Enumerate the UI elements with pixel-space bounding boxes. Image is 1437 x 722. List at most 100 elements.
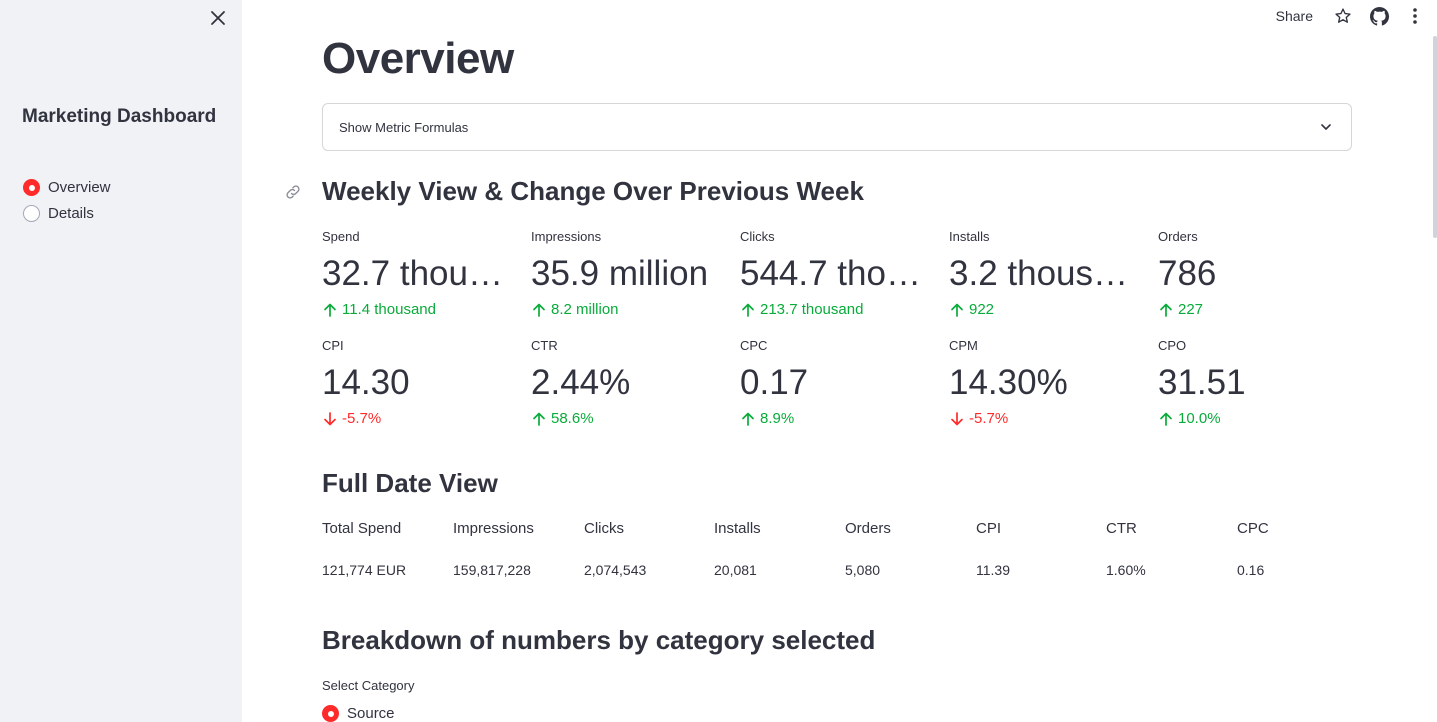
- category-option-label: Source: [347, 705, 395, 722]
- kebab-menu-icon[interactable]: [1405, 6, 1425, 26]
- date-view-installs: Installs 20,081: [714, 520, 844, 578]
- chevron-down-icon: [1321, 124, 1331, 130]
- metric-delta: -5.7%: [322, 410, 522, 427]
- arrow-down-icon: [951, 411, 963, 425]
- full-date-heading: Full Date View: [322, 468, 498, 498]
- radio-selected-icon[interactable]: [322, 705, 339, 722]
- metric-label: CPC: [740, 338, 768, 353]
- radio-unselected-icon[interactable]: [23, 205, 40, 222]
- metric-delta: 11.4 thousand: [322, 301, 522, 318]
- radio-selected-icon[interactable]: [23, 179, 40, 196]
- arrow-up-icon: [324, 303, 336, 317]
- date-view-header: Clicks: [584, 520, 624, 537]
- metric-label: CPO: [1158, 338, 1187, 353]
- date-view-value: 159,817,228: [453, 562, 531, 578]
- metric-delta: 10.0%: [1158, 410, 1358, 427]
- date-view-value: 11.39: [976, 562, 1010, 578]
- sidebar-title: Marketing Dashboard: [22, 106, 217, 127]
- metric-delta: 922: [949, 301, 1149, 318]
- metric-ctr: CTR 2.44% 58.6%: [531, 338, 731, 427]
- arrow-up-icon: [1160, 303, 1172, 317]
- date-view-header: Total Spend: [322, 520, 402, 537]
- metric-delta: 213.7 thousand: [740, 301, 940, 318]
- metric-label: CPM: [949, 338, 978, 353]
- sidebar-item-overview[interactable]: Overview: [23, 179, 111, 196]
- metric-label: Installs: [949, 229, 990, 244]
- metric-cpo: CPO 31.51 10.0%: [1158, 338, 1358, 427]
- metric-clicks: Clicks 544.7 thousand 213.7 thousand: [740, 229, 940, 318]
- expander-label: Show Metric Formulas: [339, 119, 469, 135]
- date-view-header: CTR: [1106, 520, 1137, 537]
- date-view-value: 1.60%: [1106, 562, 1146, 578]
- arrow-up-icon: [951, 303, 963, 317]
- date-view-header: Impressions: [453, 520, 534, 537]
- share-button[interactable]: Share: [1276, 8, 1313, 24]
- metric-label: Clicks: [740, 229, 775, 244]
- metric-label: Impressions: [531, 229, 602, 244]
- metric-value: 32.7 thousand: [322, 254, 517, 293]
- arrow-up-icon: [1160, 412, 1172, 426]
- metric-value: 35.9 million: [531, 254, 709, 293]
- metric-label: CTR: [531, 338, 558, 353]
- date-view-cpi: CPI 11.39: [976, 520, 1106, 578]
- metric-orders: Orders 786 227: [1158, 229, 1358, 318]
- metric-label: Orders: [1158, 229, 1198, 244]
- metric-cpm: CPM 14.30% -5.7%: [949, 338, 1149, 427]
- metric-value: 14.30: [322, 363, 410, 402]
- date-view-value: 0.16: [1237, 562, 1265, 578]
- header-toolbar: Share: [1276, 6, 1425, 26]
- date-view-value: 121,774 EUR: [322, 562, 407, 578]
- arrow-down-icon: [324, 411, 336, 425]
- github-icon[interactable]: [1369, 6, 1389, 26]
- star-icon[interactable]: [1333, 6, 1353, 26]
- metric-cpc: CPC 0.17 8.9%: [740, 338, 940, 427]
- breakdown-heading: Breakdown of numbers by category selecte…: [322, 625, 876, 655]
- date-view-cpc: CPC 0.16: [1237, 520, 1347, 578]
- page-title: Overview: [322, 34, 514, 83]
- arrow-up-icon: [742, 412, 754, 426]
- select-category-label: Select Category: [322, 678, 415, 693]
- link-icon[interactable]: [284, 183, 302, 201]
- category-option-source[interactable]: Source: [322, 705, 395, 722]
- sidebar-item-details[interactable]: Details: [23, 205, 94, 222]
- date-view-ctr: CTR 1.60%: [1106, 520, 1236, 578]
- weekly-heading: Weekly View & Change Over Previous Week: [322, 176, 864, 206]
- metric-value: 0.17: [740, 363, 809, 402]
- metric-cpi: CPI 14.30 -5.7%: [322, 338, 522, 427]
- date-view-header: CPC: [1237, 520, 1269, 537]
- close-icon[interactable]: [209, 9, 227, 27]
- metric-impressions: Impressions 35.9 million 8.2 million: [531, 229, 731, 318]
- metric-label: CPI: [322, 338, 344, 353]
- date-view-impressions: Impressions 159,817,228: [453, 520, 583, 578]
- metric-value: 786: [1158, 254, 1217, 293]
- metric-label: Spend: [322, 229, 360, 244]
- sidebar-item-label: Overview: [48, 179, 111, 196]
- vertical-scrollbar[interactable]: [1433, 36, 1437, 238]
- date-view-header: Installs: [714, 520, 761, 537]
- metric-formulas-expander[interactable]: Show Metric Formulas: [322, 103, 1352, 151]
- metric-delta: 227: [1158, 301, 1358, 318]
- date-view-total-spend: Total Spend 121,774 EUR: [322, 520, 452, 578]
- date-view-value: 20,081: [714, 562, 757, 578]
- date-view-header: Orders: [845, 520, 891, 537]
- arrow-up-icon: [742, 303, 754, 317]
- arrow-up-icon: [533, 412, 545, 426]
- metric-delta: -5.7%: [949, 410, 1149, 427]
- date-view-orders: Orders 5,080: [845, 520, 975, 578]
- metric-delta: 8.2 million: [531, 301, 731, 318]
- date-view-value: 5,080: [845, 562, 881, 578]
- metric-value: 14.30%: [949, 363, 1068, 402]
- date-view-clicks: Clicks 2,074,543: [584, 520, 714, 578]
- metric-installs: Installs 3.2 thousand 922: [949, 229, 1149, 318]
- metric-value: 3.2 thousand: [949, 254, 1144, 293]
- sidebar-item-label: Details: [48, 205, 94, 222]
- date-view-header: CPI: [976, 520, 1002, 537]
- metric-delta: 8.9%: [740, 410, 940, 427]
- metric-value: 544.7 thousand: [740, 254, 935, 293]
- metric-value: 31.51: [1158, 363, 1246, 402]
- sidebar: Marketing Dashboard Overview Details: [0, 0, 242, 722]
- arrow-up-icon: [533, 303, 545, 317]
- metric-value: 2.44%: [531, 363, 631, 402]
- metric-delta: 58.6%: [531, 410, 731, 427]
- date-view-value: 2,074,543: [584, 562, 647, 578]
